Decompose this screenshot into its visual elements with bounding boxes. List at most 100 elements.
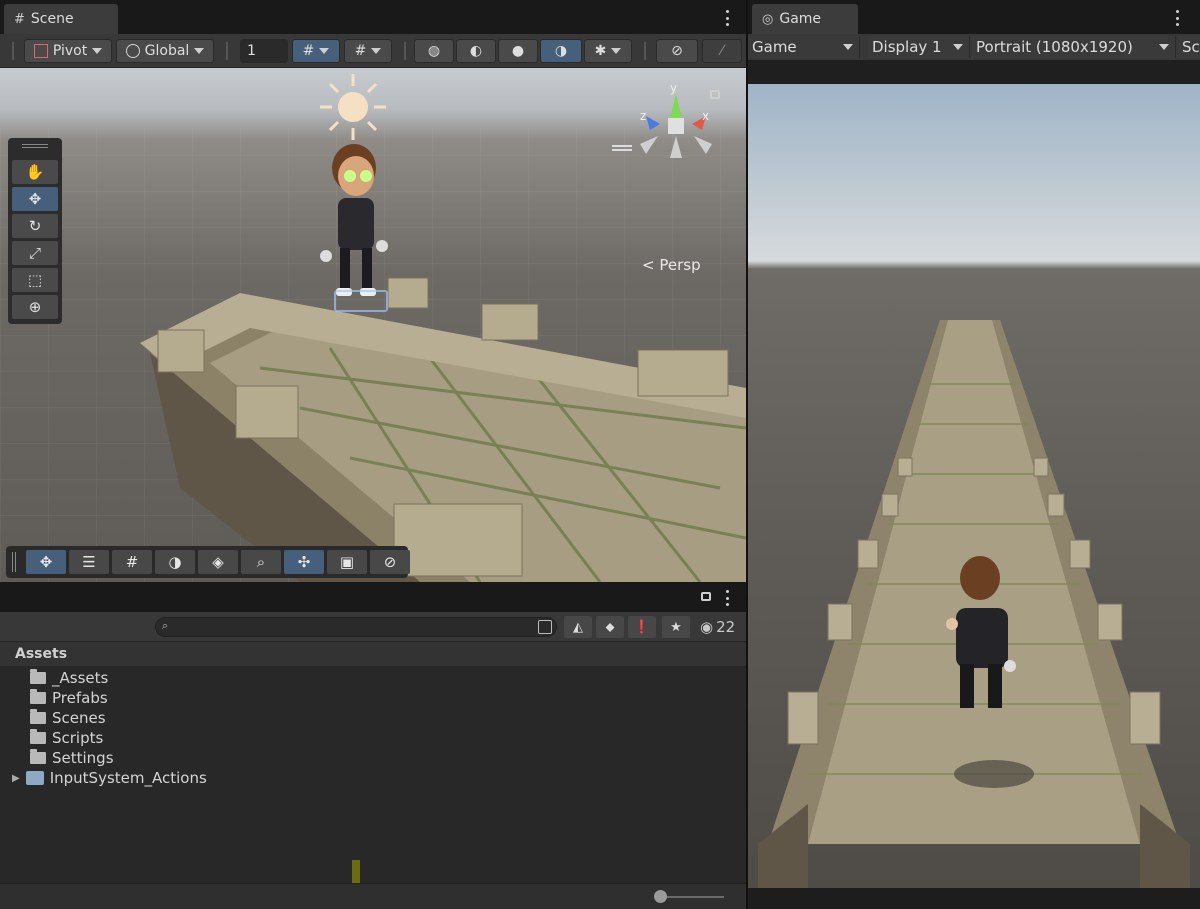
overlay-grip[interactable] [12,552,16,572]
chevron-down-icon [371,48,382,54]
toolbar-separator [226,42,228,60]
debug-draw-dropdown[interactable]: ✱ [584,39,632,63]
search-icon: ⌕ [256,553,266,571]
toolbar-separator [644,42,646,60]
filter-by-type-button[interactable]: ◭ [564,616,592,638]
tool-settings-button[interactable]: ✥ [26,550,66,574]
filter-by-label-button[interactable]: ⬥ [596,616,624,638]
tab-game-label: Game [779,11,822,27]
scene-overlay-toolbar: ✥ ☰ # ◑ ◈ ⌕ ✣ ▣ ⊘ [6,546,410,578]
tree-item-scripts[interactable]: Scripts [30,728,103,748]
game-viewport[interactable] [748,84,1200,888]
tag-icon: ⬥ [605,619,615,635]
scale-dropdown[interactable]: Sc [1178,36,1200,58]
tree-item-assets-folder[interactable]: _Assets [30,668,108,688]
scene-overlay-menu-icon[interactable] [612,145,632,151]
input-actions-icon [25,771,44,785]
chevron-down-icon [319,48,330,54]
camera-mode-label[interactable]: < Persp [642,256,701,274]
half-sphere-icon: ◐ [469,43,483,59]
assets-header[interactable]: Assets [0,642,746,666]
icon-size-slider-thumb[interactable] [654,890,667,903]
toolbar-separator [404,42,406,60]
lit-sphere-icon: ◑ [554,43,568,59]
project-footer [0,883,746,909]
project-browser: Assets _Assets Prefabs Scenes Scripts Se… [0,642,746,909]
scene-menu-icon[interactable] [722,10,732,26]
expand-arrow-icon[interactable]: ▶ [12,773,20,784]
lighting-button[interactable]: ◑ [155,550,195,574]
tree-item-scenes[interactable]: Scenes [30,708,106,728]
scale-tool-button[interactable]: ⤢ [12,241,58,265]
audio-mute-icon: ⊘ [671,43,683,59]
filter-by-log-button[interactable]: ❗ [628,616,656,638]
tree-item-label: Settings [52,749,114,767]
move-tool-button[interactable]: ✥ [12,187,58,211]
search-scene-button[interactable]: ⌕ [241,550,281,574]
display-dropdown[interactable]: Display 1 [868,36,970,58]
bug-icon: ✱ [594,43,607,59]
camera-button[interactable]: ▣ [327,550,367,574]
audio-toggle-button[interactable]: ⊘ [656,39,698,63]
tree-item-settings[interactable]: Settings [30,748,114,768]
svg-text:x: x [702,109,709,123]
moon-icon: ◑ [168,553,182,571]
effects-toggle-button[interactable]: ⁄ [702,39,742,63]
directional-light-icon[interactable] [318,72,388,142]
favorites-button[interactable]: ★ [662,616,690,638]
snap-increment-dropdown[interactable]: # [344,39,392,63]
global-dropdown[interactable]: Global [116,39,214,63]
scene-grid-icon: # [14,11,25,27]
game-menu-icon[interactable] [1172,10,1182,26]
wireframe-shading-button[interactable]: ◍ [414,39,454,63]
grid-snap-value: 1 [247,43,256,59]
shaded-wireframe-button[interactable]: ◐ [456,39,496,63]
compass-icon: ⊘ [383,553,397,571]
move-icon: ✥ [39,553,53,571]
unlit-shading-button[interactable]: ● [498,39,538,63]
hand-icon: ✋ [25,163,45,181]
chevron-down-icon [194,48,205,54]
orientation-gizmo[interactable]: y z x [636,80,716,170]
game-header-strip [748,60,1200,84]
view-options-button[interactable]: ☰ [69,550,109,574]
project-menu-icon[interactable] [722,590,732,606]
rect-tool-button[interactable]: ⬚ [12,268,58,292]
toolbar-grip[interactable] [12,42,14,60]
selection-gizmo[interactable] [334,290,388,312]
unity-editor: # Scene Pivot Global 1 # # ◍ ◐ ● ◑ ✱ ⊘ ⁄… [0,0,1200,909]
hidden-packages-toggle[interactable]: ◉ 22 [700,618,735,636]
game-view-dropdown[interactable]: Game [748,36,860,58]
tree-item-input-actions[interactable]: ▶ InputSystem_Actions [12,768,207,788]
grid-icon: # [302,43,315,59]
tools-grip[interactable] [22,144,48,148]
pivot-dropdown[interactable]: Pivot [24,39,112,63]
navigation-button[interactable]: ✣ [284,550,324,574]
tab-scene[interactable]: # Scene [4,4,118,34]
search-in-window-icon[interactable] [538,620,552,634]
project-search: ⌕ [155,617,557,637]
compass-button[interactable]: ⊘ [370,550,410,574]
pivot-icon [33,44,48,58]
project-lock-icon[interactable] [701,592,711,601]
chevron-down-icon [953,44,963,50]
layers-button[interactable]: ◈ [198,550,238,574]
grid-snapping-button[interactable]: # [112,550,152,574]
lock-icon[interactable] [710,90,720,99]
scene-viewport[interactable]: y z x < Persp ✋ ✥ ↻ ⤢ ⬚ ⊕ ✥ ☰ # ◑ ◈ ⌕ ✣ … [0,68,746,582]
lit-shading-button[interactable]: ◑ [540,39,582,63]
tab-game[interactable]: ◎ Game [752,4,858,34]
resolution-dropdown[interactable]: Portrait (1080x1920) [972,36,1176,58]
sliders-icon: ☰ [82,553,96,571]
transform-tool-button[interactable]: ⊕ [12,295,58,319]
hand-tool-button[interactable]: ✋ [12,160,58,184]
globe-icon [125,44,140,58]
effects-off-icon: ⁄ [720,43,724,59]
project-search-input[interactable] [178,618,538,636]
svg-text:z: z [640,109,646,123]
svg-text:y: y [670,81,677,95]
tree-item-prefabs[interactable]: Prefabs [30,688,108,708]
grid-snap-input[interactable]: 1 [240,39,288,63]
grid-visibility-dropdown[interactable]: # [292,39,340,63]
rotate-tool-button[interactable]: ↻ [12,214,58,238]
